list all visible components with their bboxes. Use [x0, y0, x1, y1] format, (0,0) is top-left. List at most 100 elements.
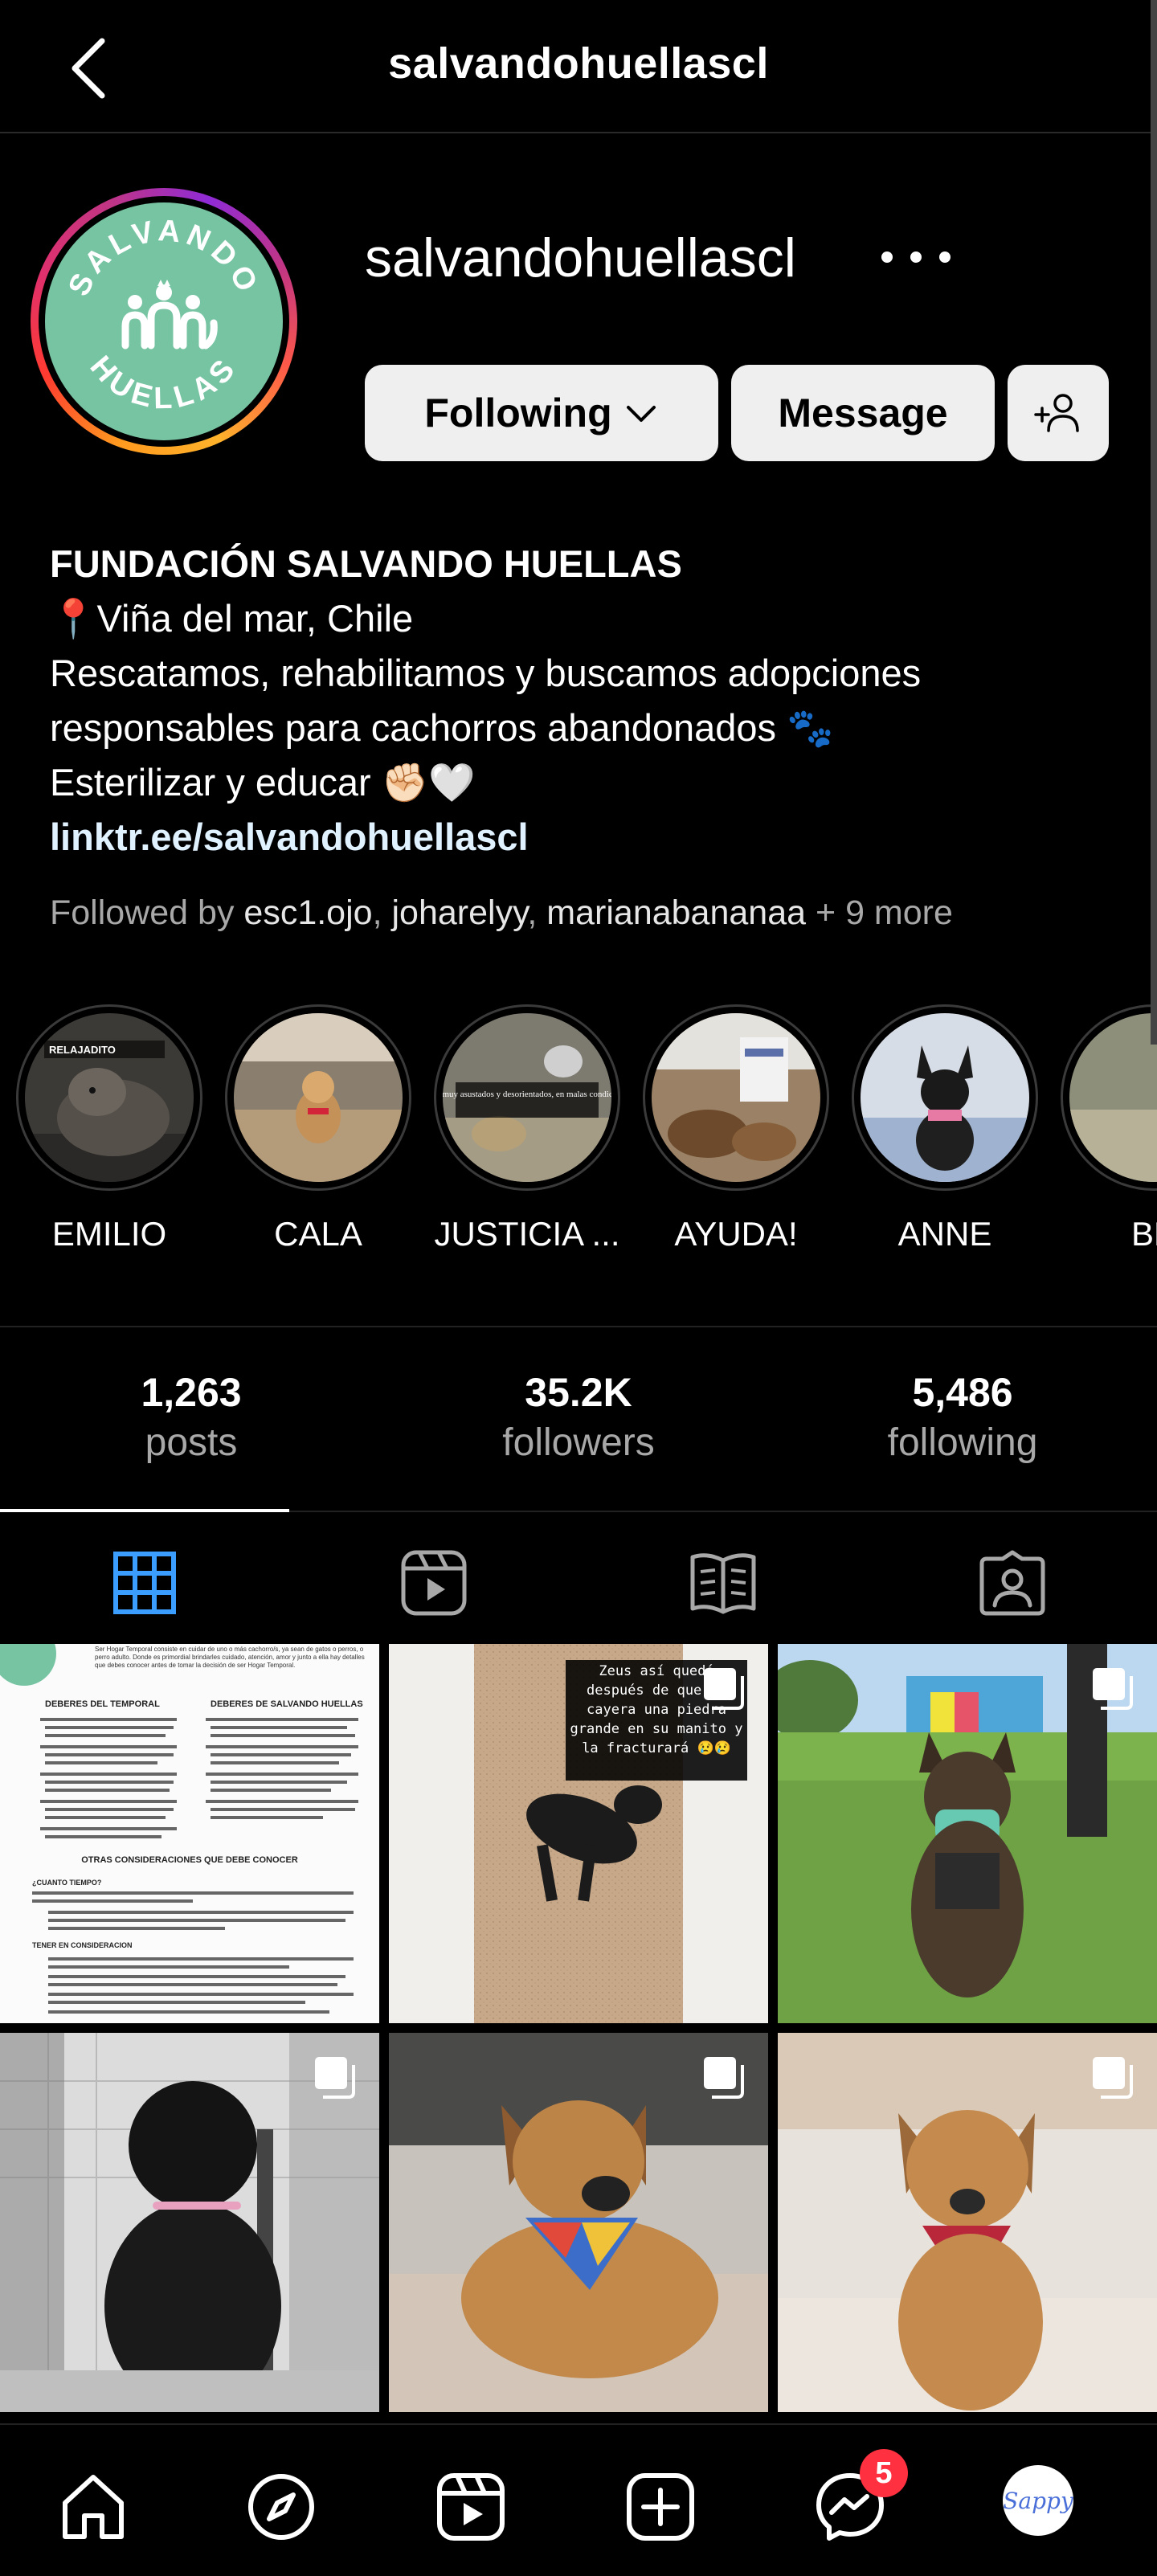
post-question: ¿CUANTO TIEMPO?	[32, 1879, 101, 1887]
nav-home[interactable]	[53, 2467, 133, 2547]
nav-reels[interactable]	[431, 2467, 511, 2547]
svg-text:HUELLAS: HUELLAS	[84, 350, 245, 415]
stat-value: 1,263	[141, 1370, 242, 1415]
top-bar: salvandohuellascl	[0, 0, 1157, 133]
messenger-notification-badge: 5	[860, 2449, 908, 2497]
followed-by-prefix: Followed by	[50, 893, 244, 932]
nav-profile-avatar[interactable]: Sappy	[1003, 2465, 1073, 2536]
post-intro-text: Ser Hogar Temporal consiste en cuidar de…	[95, 1646, 365, 1669]
explore-icon	[248, 2474, 314, 2540]
nav-create[interactable]	[620, 2467, 701, 2547]
home-icon	[63, 2475, 124, 2539]
highlight-label: AYUDA!	[674, 1215, 798, 1253]
tab-tagged[interactable]	[972, 1543, 1053, 1623]
more-options-button[interactable]	[876, 225, 956, 289]
carousel-icon	[315, 2057, 355, 2099]
stat-value: 35.2K	[525, 1370, 632, 1415]
post-thumbnail[interactable]	[778, 1644, 1157, 2023]
create-icon	[627, 2473, 694, 2541]
tagged-icon	[979, 1550, 1045, 1616]
stat-label: following	[887, 1421, 1038, 1464]
stat-label: followers	[502, 1421, 655, 1464]
following-button[interactable]: Following	[365, 365, 718, 461]
bio-link[interactable]: linktr.ee/salvandohuellascl	[50, 810, 1118, 865]
post-thumbnail[interactable]	[778, 2033, 1157, 2412]
posts-count[interactable]: 1,263 posts	[71, 1369, 312, 1465]
posts-grid: Ser Hogar Temporal consiste en cuidar de…	[0, 1644, 1157, 2423]
highlight-item[interactable]: BE	[1057, 1004, 1157, 1253]
highlight-label: JUSTICIA ...	[434, 1215, 620, 1253]
tab-posts-grid[interactable]	[104, 1543, 185, 1623]
highlight-item[interactable]: RELAJADITO EMILIO	[13, 1004, 206, 1253]
followed-by-text[interactable]: Followed by esc1.ojo, joharelyy, mariana…	[50, 893, 953, 933]
message-button[interactable]: Message	[731, 365, 995, 461]
profile-avatar-text: Sappy	[1003, 2487, 1073, 2514]
carousel-icon	[1093, 1668, 1133, 1710]
highlight-caption: RELAJADITO	[49, 1044, 116, 1056]
followers-count[interactable]: 35.2K followers	[458, 1369, 699, 1465]
following-button-label: Following	[424, 390, 612, 435]
add-user-icon	[1034, 394, 1079, 432]
post-thumbnail[interactable]: Zeus así quedó después de que le cayera …	[389, 1644, 768, 2023]
profile-avatar: SALVANDO HUELLAS	[45, 202, 283, 440]
message-button-label: Message	[778, 390, 948, 435]
carousel-icon	[1093, 2057, 1133, 2099]
highlight-label: ANNE	[897, 1215, 992, 1253]
story-highlights: RELAJADITO EMILIO CALA muy asustados y d…	[0, 1004, 1157, 1261]
highlight-cover: Estan muy asustados y desorientados, en …	[443, 1013, 611, 1182]
carousel-icon	[704, 2057, 744, 2099]
highlight-item[interactable]: Estan muy asustados y desorientados, en …	[431, 1004, 623, 1253]
tab-reels[interactable]	[394, 1543, 474, 1623]
grid-icon	[113, 1552, 176, 1614]
scrollbar[interactable]	[1151, 0, 1157, 1045]
divider	[0, 1326, 1157, 1327]
followed-by-suffix: + 9 more	[806, 893, 953, 932]
highlight-label: EMILIO	[51, 1215, 167, 1253]
post-document-image: Ser Hogar Temporal consiste en cuidar de…	[0, 1644, 379, 2023]
post-thumbnail[interactable]	[389, 2033, 768, 2412]
post-col1-title: DEBERES DEL TEMPORAL	[45, 1699, 160, 1709]
follower-name[interactable]: esc1.ojo	[243, 893, 372, 932]
follower-name[interactable]: joharelyy	[391, 893, 527, 932]
highlight-item[interactable]: AYUDA!	[640, 1004, 832, 1253]
profile-avatar-story-ring[interactable]: SALVANDO HUELLAS	[31, 188, 297, 455]
bio-full-name: FUNDACIÓN SALVANDO HUELLAS	[50, 542, 682, 585]
highlight-cover: RELAJADITO	[25, 1013, 194, 1182]
tab-guides[interactable]	[683, 1543, 763, 1623]
bio-location: 📍Viña del mar, Chile	[50, 597, 414, 640]
profile-username: salvandohuellascl	[365, 227, 796, 288]
highlight-cover	[861, 1013, 1029, 1182]
salvando-huellas-logo: SALVANDO HUELLAS	[62, 214, 260, 415]
highlight-caption: Estan muy asustados y desorientados, en …	[443, 1090, 611, 1099]
nav-explore[interactable]	[241, 2467, 321, 2547]
more-dots-icon	[881, 251, 951, 263]
post-bottom-title: OTRAS CONSIDERACIONES QUE DEBE CONOCER	[81, 1855, 298, 1865]
highlight-item[interactable]: CALA	[222, 1004, 415, 1253]
post-thumbnail[interactable]: Ser Hogar Temporal consiste en cuidar de…	[0, 1644, 379, 2023]
stat-label: posts	[145, 1421, 238, 1464]
bio-line: Rescatamos, rehabilitamos y buscamos ado…	[50, 652, 922, 694]
active-tab-indicator	[0, 1509, 289, 1512]
bio-line: Esterilizar y educar ✊🏻🤍	[50, 761, 476, 803]
profile-tabs	[0, 1509, 1157, 1647]
post-thumbnail[interactable]	[0, 2033, 379, 2412]
stat-value: 5,486	[912, 1370, 1013, 1415]
add-user-button[interactable]	[1008, 365, 1109, 461]
highlight-label: BE	[1130, 1215, 1157, 1253]
following-count[interactable]: 5,486 following	[842, 1369, 1083, 1465]
chevron-down-icon	[626, 406, 656, 422]
post-col2-title: DEBERES DE SALVANDO HUELLAS	[211, 1699, 363, 1709]
highlight-item[interactable]: ANNE	[848, 1004, 1041, 1253]
page-title: salvandohuellascl	[388, 39, 769, 88]
highlight-label: CALA	[274, 1215, 362, 1253]
reels-icon	[437, 2473, 505, 2541]
bio-line: responsables para cachorros abandonados …	[50, 706, 834, 749]
guides-icon	[690, 1553, 756, 1614]
highlight-cover	[234, 1013, 403, 1182]
logo-bottom-text: HUELLAS	[84, 350, 240, 415]
profile-bio: FUNDACIÓN SALVANDO HUELLAS 📍Viña del mar…	[50, 537, 1118, 865]
post-question: TENER EN CONSIDERACION	[32, 1941, 133, 1949]
follower-name[interactable]: marianabananaa	[546, 893, 806, 932]
highlight-cover	[652, 1013, 820, 1182]
reels-icon	[401, 1550, 467, 1616]
